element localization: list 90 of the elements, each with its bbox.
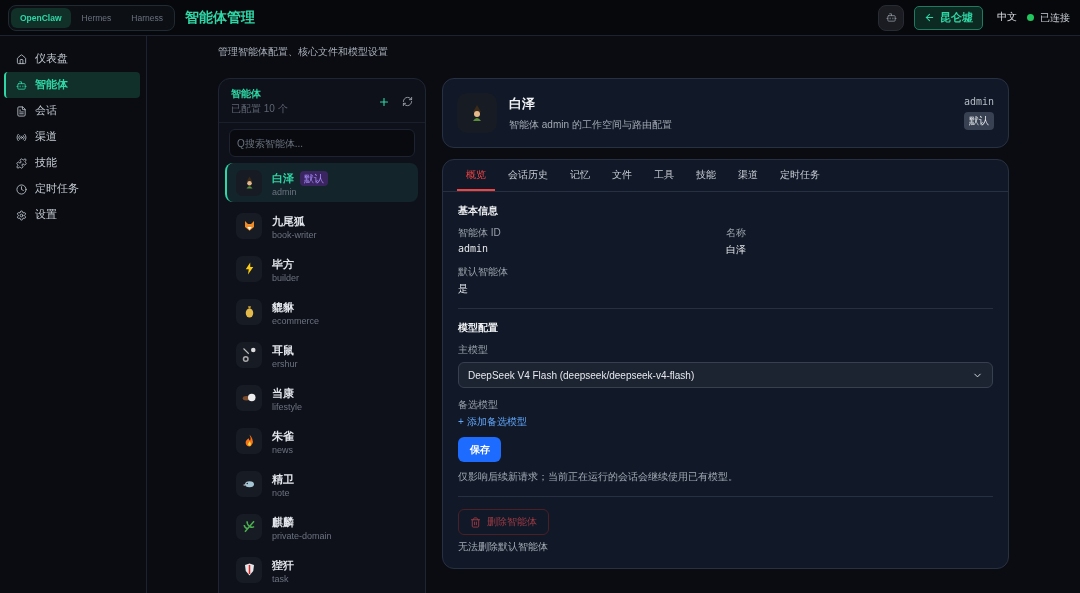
agent-list-item[interactable]: 毕方 builder [225,249,418,288]
agent-list-item[interactable]: 当康 lifestyle [225,378,418,417]
agent-list-item[interactable]: 狴犴 task [225,550,418,589]
framework-tab[interactable]: Hermes [72,7,121,28]
agent-list-item[interactable]: 耳鼠 ershur [225,335,418,374]
search-field[interactable]: Q搜索智能体... [229,129,415,157]
agent-name: 貔貅 [272,301,294,313]
leaf-icon [241,519,257,534]
sidebar-item[interactable]: 定时任务 [4,176,140,202]
framework-tab[interactable]: OpenClaw [11,7,71,28]
save-button[interactable]: 保存 [458,437,501,462]
tab[interactable]: 记忆 [561,160,599,191]
agent-name: 麒麟 [272,516,294,528]
agent-title: 白泽 [509,94,536,113]
agent-id: book-writer [272,230,317,240]
agent-id: admin [272,187,298,197]
connection-status: 已连接 [1040,10,1070,25]
home-icon [16,53,27,65]
agent-list-item[interactable]: 麒麟 private-domain [225,507,418,546]
add-fallback-link[interactable]: + 添加备选模型 [458,415,993,429]
section-title: 基本信息 [458,204,499,218]
agent-id: ershur [272,359,298,369]
sidebar-item[interactable]: 会话 [4,98,140,124]
tab[interactable]: 渠道 [729,160,767,191]
agent-name: 朱雀 [272,430,294,442]
agent-id: private-domain [272,531,332,541]
add-icon[interactable] [378,95,390,108]
section-title: 模型配置 [458,321,499,335]
agent-id: builder [272,273,300,283]
arrow-left-icon [924,12,935,23]
default-badge: 默认 [300,171,328,186]
agent-name: 精卫 [272,473,294,485]
field-label: 名称 [725,226,747,240]
robot-icon [16,79,27,91]
agent-list-item[interactable]: 白泽 默认 admin [225,163,418,202]
field-value: 白泽 [725,243,747,257]
settings-icon [16,209,27,221]
puzzle-icon [16,157,27,169]
tab[interactable]: 定时任务 [771,160,829,191]
field-label: 默认智能体 [458,265,509,279]
sidebar-item[interactable]: 技能 [4,150,140,176]
tab[interactable]: 工具 [645,160,683,191]
field-label: 主模型 [458,343,489,357]
agent-list-item[interactable]: 九尾狐 book-writer [225,206,418,245]
model-select[interactable]: DeepSeek V4 Flash (deepseek/deepseek-v4-flash) [458,362,993,388]
tab[interactable]: 会话历史 [499,160,557,191]
tab[interactable]: 技能 [687,160,725,191]
back-button[interactable]: 昆仑墟 [914,5,983,30]
tab[interactable]: 文件 [603,160,641,191]
sidebar-item[interactable]: 渠道 [4,124,140,150]
trash-icon [470,516,481,528]
agent-name: 毕方 [272,258,294,270]
field-value: admin [458,243,490,254]
field-label: 备选模型 [458,398,499,412]
page-subtitle: 管理智能体配置、核心文件和模型设置 [218,45,389,59]
agent-name: 白泽 [272,172,294,184]
agent-id: ecommerce [272,316,319,326]
sidebar-item[interactable]: 智能体 [4,72,140,98]
agent-name: 狴犴 [272,559,294,571]
default-badge: 默认 [964,112,994,130]
agent-id: task [272,574,290,584]
robot-button[interactable] [878,4,904,31]
app-title: 智能体管理 [185,8,255,27]
field-label: 智能体 ID [458,226,502,240]
language-label: 中文 [997,11,1017,24]
agent-id: note [272,488,291,498]
agent-id: admin [963,96,994,107]
agent-name: 九尾狐 [272,215,305,227]
agent-list-item[interactable]: 精卫 note [225,464,418,503]
agent-id: lifestyle [272,402,302,412]
model-note: 仅影响后续新请求；当前正在运行的会话会继续使用已有模型。 [458,470,739,484]
robot-icon [885,12,897,23]
agent-list-item[interactable]: 貔貅 ecommerce [225,292,418,331]
agent-description: 智能体 admin 的工作空间与路由配置 [509,117,672,132]
agent-name: 耳鼠 [272,344,294,356]
document-icon [16,105,27,117]
delete-note: 无法删除默认智能体 [458,540,549,554]
sidebar-item[interactable]: 仪表盘 [4,46,140,72]
refresh-icon[interactable] [402,96,413,107]
field-value: 是 [458,282,469,296]
framework-tab[interactable]: Harness [122,7,172,28]
sidebar-item[interactable]: 设置 [4,202,140,228]
panel-title: 智能体 [231,87,262,101]
agent-id: news [272,445,294,455]
broadcast-icon [16,131,27,143]
clock-icon [16,183,27,195]
tab[interactable]: 概览 [457,160,495,191]
agent-list-item[interactable]: 朱雀 news [225,421,418,460]
agent-count: 已配置 10 个 [231,102,288,116]
agent-name: 当康 [272,387,294,399]
